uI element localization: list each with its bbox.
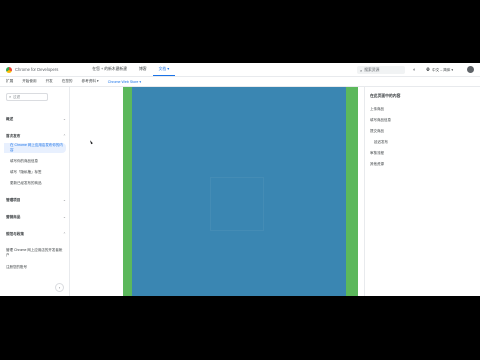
subnav-item-get-started[interactable]: 开始使用	[22, 79, 36, 84]
subnav-item-reference[interactable]: 参考资料 ▾	[82, 79, 99, 84]
toc-item-listing[interactable]: 填写商品信息	[370, 118, 391, 123]
section-label: 首次发布	[6, 134, 21, 138]
video-frame	[132, 87, 346, 296]
chevron-down-icon: ⌄	[62, 198, 66, 202]
subnav-item-web-store[interactable]: Chrome Web Store ▾	[108, 80, 142, 84]
nav-item-blog[interactable]: 博客	[133, 63, 153, 76]
nav-item-home[interactable]: 在您 + 的新木建新建	[86, 63, 133, 76]
left-sidebar: ⌕ 过滤 概述 ⌄ 首次发布 ⌃ 在 Chrome 网上应用店发布你的内容 填写…	[0, 87, 70, 296]
chevron-down-icon: ⌄	[62, 215, 66, 219]
sidebar-section-overview[interactable]: 概述 ⌄	[6, 117, 66, 122]
chevron-up-icon: ⌃	[62, 232, 66, 236]
chevron-down-icon: ⌄	[62, 117, 66, 121]
subnav-item-develop[interactable]: 开发	[46, 79, 53, 84]
section-label: 营销商品	[6, 215, 21, 219]
language-label: 中文 – 简体 ▾	[432, 67, 454, 72]
video-content	[210, 177, 264, 231]
toc-item-submit[interactable]: 提交商品	[370, 129, 384, 134]
search-icon: ⌕	[360, 67, 363, 73]
sidebar-section-policy[interactable]: 规范与政策 ⌃	[6, 232, 66, 237]
filter-icon: ⌕	[9, 95, 12, 99]
theme-toggle-icon[interactable]: ◐	[413, 67, 416, 73]
section-label: 管理项目	[6, 198, 21, 202]
search-placeholder: 搜索资源	[364, 67, 380, 72]
toc-item-deferred[interactable]: 延迟发布	[374, 140, 388, 145]
browser-page: Chrome for Developers 在您 + 的新木建新建 博客 文档 …	[0, 63, 480, 296]
brand-name: Chrome for Developers	[15, 67, 59, 72]
sidebar-link-register[interactable]: 注册您的账号	[6, 265, 64, 270]
sidebar-section-marketing[interactable]: 营销商品 ⌄	[6, 215, 66, 220]
toc-item-resources[interactable]: 其他资源	[370, 162, 384, 167]
toc-item-upload[interactable]: 上传商品	[370, 107, 384, 112]
search-box[interactable]: ⌕ 搜索资源	[357, 66, 405, 74]
section-label: 概述	[6, 117, 14, 121]
sidebar-item-listing[interactable]: 填写你的商品信息	[10, 159, 64, 164]
chrome-logo-icon	[6, 66, 12, 73]
nav-item-docs[interactable]: 文档 ▾	[152, 63, 176, 76]
globe-icon: 🌐︎	[426, 67, 431, 73]
header-nav: 在您 + 的新木建新建 博客 文档 ▾	[74, 63, 176, 76]
chevron-up-icon: ⌃	[62, 134, 66, 138]
avatar[interactable]	[467, 66, 474, 73]
subnav-item-how-to[interactable]: 在您的	[62, 79, 73, 84]
section-label: 规范与政策	[6, 232, 24, 236]
sidebar-item-publish[interactable]: 在 Chrome 网上应用店发布你的内容	[4, 143, 66, 153]
toc-item-review[interactable]: 审核流程	[370, 151, 384, 156]
filter-placeholder: 过滤	[13, 94, 21, 99]
chevron-left-icon: ‹	[58, 285, 61, 290]
video-player[interactable]	[123, 87, 358, 296]
sidebar-link-developer-account[interactable]: 管理 Chrome 网上应用店的开发者帐户	[6, 248, 64, 258]
sidebar-item-update[interactable]: 更新已经发布的商品	[10, 181, 64, 186]
collapse-sidebar-button[interactable]: ‹	[55, 283, 64, 292]
subnav-item-extensions[interactable]: 扩展	[6, 79, 13, 84]
sub-nav: 扩展 开始使用 开发 在您的 参考资料 ▾ Chrome Web Store ▾	[0, 77, 480, 87]
mouse-cursor-icon	[89, 139, 93, 145]
toc-title: 在此页面中的内容	[370, 94, 401, 98]
sidebar-section-first-publish[interactable]: 首次发布 ⌃	[6, 134, 66, 139]
top-header: Chrome for Developers 在您 + 的新木建新建 博客 文档 …	[0, 63, 480, 77]
language-selector[interactable]: 🌐︎ 中文 – 简体 ▾	[426, 66, 453, 74]
sidebar-filter-input[interactable]: ⌕ 过滤	[6, 93, 48, 101]
sidebar-section-manage[interactable]: 管理项目 ⌄	[6, 198, 66, 203]
sidebar-item-privacy[interactable]: 填写「隐私権」标签	[10, 170, 64, 175]
table-of-contents: 在此页面中的内容 上传商品 填写商品信息 提交商品 延迟发布 审核流程 其他资源	[364, 87, 474, 296]
brand-logo[interactable]: Chrome for Developers	[6, 66, 59, 73]
